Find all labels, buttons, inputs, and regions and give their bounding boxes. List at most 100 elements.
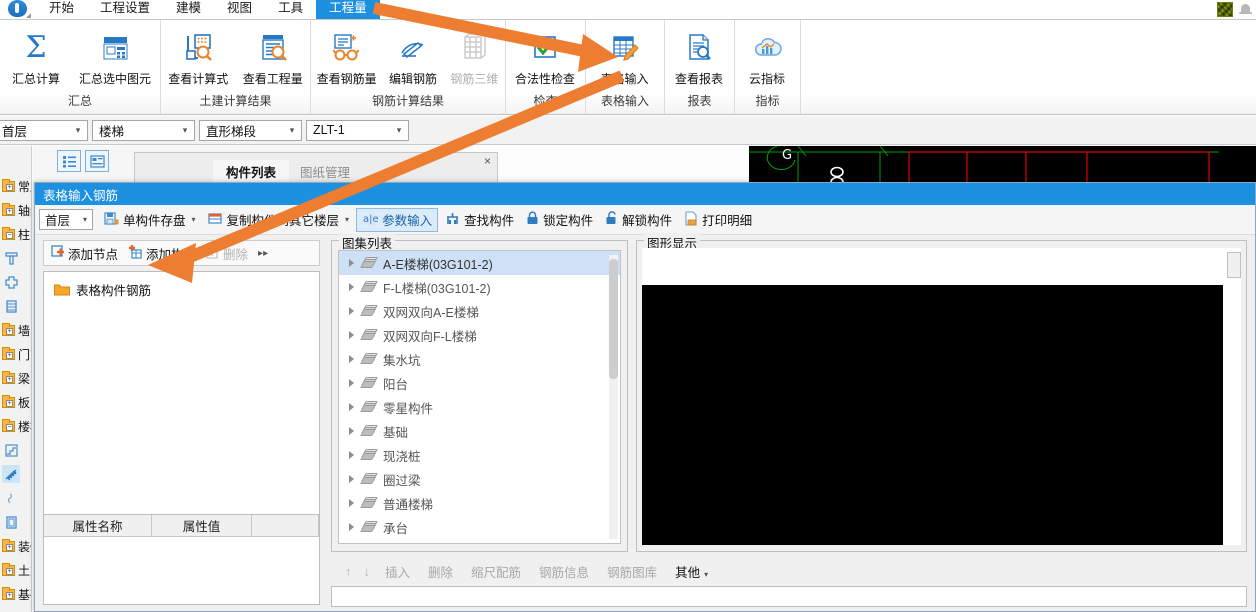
chevron-right-icon[interactable]	[349, 427, 354, 435]
unlock-component-button[interactable]: 解锁构件	[600, 208, 677, 232]
notification-bell-icon[interactable]	[1239, 2, 1252, 17]
atlas-item[interactable]: 集水坑	[339, 347, 620, 371]
rail-item-common[interactable]: +常用	[0, 174, 31, 198]
rail-item-slab[interactable]: + 板	[0, 390, 31, 414]
atlas-item[interactable]: 承台	[339, 515, 620, 539]
rail-item-door-window[interactable]: +门窗	[0, 342, 31, 366]
app-logo-icon[interactable]	[0, 0, 36, 19]
save-single-component-button[interactable]: 单构件存盘 ▾	[99, 208, 201, 232]
chevron-down-icon[interactable]: ▾	[192, 215, 196, 224]
rail-item-wall[interactable]: + 墙	[0, 318, 31, 342]
chevron-right-icon[interactable]	[349, 283, 354, 291]
add-node-button[interactable]: 添加节点	[47, 242, 122, 265]
tree-item-table-component-rebar[interactable]: 表格构件钢筋	[54, 280, 319, 299]
rebar-grid[interactable]	[331, 586, 1247, 607]
ribbon-button-view-quantity[interactable]: 查看工程量	[236, 25, 311, 87]
ribbon-button-summary-calc[interactable]: Σ 汇总计算	[0, 25, 72, 87]
ribbon-button-edit-rebar[interactable]: 编辑钢筋	[382, 25, 443, 87]
atlas-item[interactable]: F-L楼梯(03G101-2)	[339, 275, 620, 299]
atlas-list[interactable]: A-E楼梯(03G101-2) F-L楼梯(03G101-2) 双网双向A-E楼…	[338, 250, 621, 544]
scaled-rebar-button[interactable]: 缩尺配筋	[462, 560, 530, 583]
ribbon-button-summary-selected[interactable]: 汇总选中图元	[72, 25, 158, 87]
component-selector[interactable]: ZLT-1 ▾	[306, 119, 409, 141]
graphic-scrollbar[interactable]	[1227, 252, 1241, 278]
chevron-right-icon[interactable]	[349, 259, 354, 267]
atlas-item[interactable]: 双网双向F-L楼梯	[339, 323, 620, 347]
graphic-display-area[interactable]	[642, 248, 1241, 545]
atlas-scrollbar-thumb[interactable]	[609, 259, 618, 379]
chevron-right-icon[interactable]	[349, 307, 354, 315]
other-button[interactable]: 其他 ▾	[666, 560, 717, 583]
atlas-item[interactable]: 双网双向A-E楼梯	[339, 299, 620, 323]
rail-item-decoration[interactable]: +装修	[0, 534, 31, 558]
rail-item-column[interactable]: − 柱	[0, 222, 31, 246]
atlas-item[interactable]: 现浇桩	[339, 443, 620, 467]
chevron-right-icon[interactable]	[349, 523, 354, 531]
parameter-input-button[interactable]: a|e 参数输入	[356, 207, 439, 232]
rail-item-column-sub3[interactable]	[0, 294, 31, 318]
insert-row-button[interactable]: 插入	[376, 560, 419, 583]
rail-item-column-sub1[interactable]	[0, 246, 31, 270]
chevron-right-icon[interactable]	[349, 403, 354, 411]
tab-drawing-management[interactable]: 图纸管理	[287, 160, 363, 182]
ribbon-button-table-input[interactable]: 表格输入	[586, 25, 663, 87]
ribbon-button-cloud-index[interactable]: 云指标	[735, 25, 799, 87]
rail-item-stair-sub4[interactable]	[0, 510, 31, 534]
tab-component-list[interactable]: 构件列表	[213, 160, 290, 182]
detail-view-icon[interactable]	[85, 150, 109, 172]
user-thumbnail[interactable]	[1217, 1, 1233, 17]
tab-project-settings[interactable]: 工程设置	[87, 0, 163, 19]
rail-item-axis[interactable]: +轴线	[0, 198, 31, 222]
rail-item-column-sub2[interactable]	[0, 270, 31, 294]
ribbon-button-validity-check[interactable]: 合法性检查	[506, 25, 584, 87]
find-component-button[interactable]: 查找构件	[440, 208, 519, 232]
ribbon-button-rebar-3d[interactable]: 钢筋三维	[444, 25, 505, 87]
atlas-scrollbar[interactable]	[609, 255, 618, 539]
tab-view[interactable]: 视图	[214, 0, 265, 19]
rail-item-beam[interactable]: + 梁	[0, 366, 31, 390]
chevron-right-icon[interactable]	[349, 331, 354, 339]
atlas-item[interactable]: 基础	[339, 419, 620, 443]
chevron-right-icon[interactable]	[349, 355, 354, 363]
ribbon-button-view-formula[interactable]: 查看计算式	[161, 25, 236, 87]
atlas-item[interactable]: 阳台	[339, 371, 620, 395]
copy-to-other-floor-button[interactable]: 复制构件到其它楼层 ▾	[203, 208, 355, 232]
floor-selector[interactable]: 首层 ▾	[0, 119, 88, 141]
category-selector[interactable]: 楼梯 ▾	[92, 119, 195, 141]
move-up-icon[interactable]: ↑	[339, 564, 358, 579]
tab-tools[interactable]: 工具	[265, 0, 316, 19]
left-pane-tree[interactable]: 表格构件钢筋	[43, 271, 320, 544]
tab-modeling[interactable]: 建模	[163, 0, 214, 19]
rebar-info-button[interactable]: 钢筋信息	[530, 560, 598, 583]
chevron-right-icon[interactable]	[349, 475, 354, 483]
close-icon[interactable]: ×	[484, 154, 491, 168]
rail-item-earthwork[interactable]: +土方	[0, 558, 31, 582]
subtype-selector[interactable]: 直形梯段 ▾	[199, 119, 302, 141]
rail-item-stair-sub2[interactable]	[0, 462, 31, 486]
ribbon-button-view-rebar-quantity[interactable]: 查看钢筋量	[311, 25, 382, 87]
rail-item-stair-sub1[interactable]	[0, 438, 31, 462]
add-component-button[interactable]: 添加构件	[124, 242, 200, 265]
rail-item-stair[interactable]: −楼梯	[0, 414, 31, 438]
ribbon-button-view-report[interactable]: 查看报表	[665, 25, 733, 87]
chevron-right-icon[interactable]	[349, 379, 354, 387]
chevron-down-icon[interactable]: ▾	[345, 215, 349, 224]
move-down-icon[interactable]: ↓	[358, 564, 377, 579]
atlas-item[interactable]: A-E楼梯(03G101-2)	[339, 251, 620, 275]
dialog-floor-selector[interactable]: 首层 ▾	[39, 209, 93, 230]
lock-component-button[interactable]: 锁定构件	[521, 208, 598, 232]
rebar-library-button[interactable]: 钢筋图库	[598, 560, 666, 583]
atlas-item[interactable]: 圈过梁	[339, 467, 620, 491]
atlas-item[interactable]: 普通楼梯	[339, 491, 620, 515]
chevron-right-icon[interactable]	[349, 451, 354, 459]
rail-item-stair-sub3[interactable]	[0, 486, 31, 510]
expand-toolbar-icon[interactable]: ▸▸	[254, 246, 272, 261]
delete-button[interactable]: 删除	[202, 242, 252, 265]
graphic-canvas[interactable]	[642, 285, 1223, 545]
tab-quantity[interactable]: 工程量	[316, 0, 380, 19]
atlas-item[interactable]: 零星构件	[339, 395, 620, 419]
list-view-icon[interactable]	[57, 150, 81, 172]
rail-item-foundation[interactable]: +基础	[0, 582, 31, 606]
delete-row-button[interactable]: 删除	[419, 560, 462, 583]
tab-start[interactable]: 开始	[36, 0, 87, 19]
